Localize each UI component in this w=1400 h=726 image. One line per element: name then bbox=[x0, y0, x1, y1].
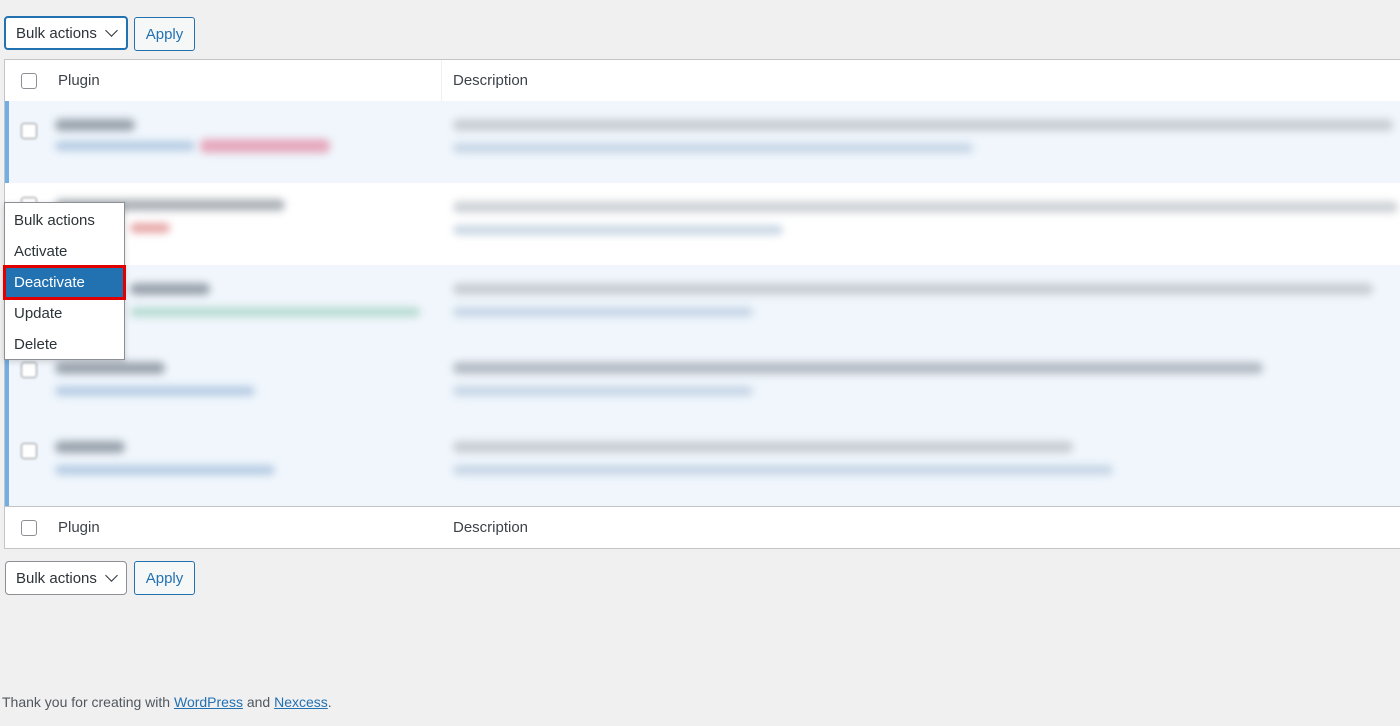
apply-button-top[interactable]: Apply bbox=[134, 17, 195, 51]
blurred-description bbox=[453, 441, 1073, 453]
footer-middle: and bbox=[242, 694, 275, 710]
admin-footer-text: Thank you for creating with WordPress an… bbox=[2, 694, 332, 710]
bulk-actions-label: Bulk actions bbox=[16, 569, 97, 587]
footer-prefix: Thank you for creating with bbox=[2, 694, 174, 710]
blurred-row-actions bbox=[55, 465, 275, 475]
select-all-checkbox[interactable] bbox=[21, 519, 37, 536]
blurred-description bbox=[453, 225, 783, 235]
bulk-actions-select-bottom[interactable]: Bulk actions bbox=[5, 561, 127, 595]
row-checkbox[interactable] bbox=[21, 362, 37, 378]
blurred-description bbox=[453, 386, 753, 396]
row-checkbox[interactable] bbox=[21, 443, 37, 459]
blurred-row-actions bbox=[55, 141, 195, 151]
column-header-description: Description bbox=[453, 72, 529, 89]
select-all-checkbox[interactable] bbox=[21, 72, 37, 89]
table-footer: Plugin Description bbox=[5, 506, 1400, 548]
blurred-description bbox=[453, 143, 973, 153]
column-header-plugin[interactable]: Plugin bbox=[58, 72, 100, 89]
chevron-down-icon bbox=[105, 569, 118, 582]
blurred-plugin-name bbox=[55, 362, 165, 374]
blurred-plugin-name bbox=[55, 119, 135, 131]
bulk-actions-dropdown: Bulk actions Activate Deactivate Update … bbox=[3, 202, 126, 360]
apply-button-bottom[interactable]: Apply bbox=[134, 561, 195, 595]
table-row bbox=[5, 427, 1400, 508]
option-delete[interactable]: Delete bbox=[5, 329, 124, 360]
table-row bbox=[5, 346, 1400, 428]
column-footer-description: Description bbox=[453, 519, 529, 536]
blurred-description bbox=[453, 362, 1263, 374]
column-divider bbox=[441, 60, 442, 101]
blurred-plugin-name bbox=[130, 283, 210, 295]
column-footer-plugin[interactable]: Plugin bbox=[58, 519, 100, 536]
option-deactivate[interactable]: Deactivate bbox=[3, 265, 126, 300]
row-checkbox[interactable] bbox=[21, 123, 37, 139]
bulk-actions-select-top[interactable]: Bulk actions bbox=[4, 16, 128, 50]
blurred-row-actions bbox=[55, 386, 255, 396]
blurred-plugin-name bbox=[55, 441, 125, 453]
blurred-description bbox=[453, 307, 753, 317]
option-bulk-actions[interactable]: Bulk actions bbox=[5, 205, 124, 236]
blurred-description bbox=[453, 283, 1373, 295]
blurred-description bbox=[453, 119, 1393, 131]
bulk-actions-label: Bulk actions bbox=[16, 24, 97, 42]
table-row bbox=[5, 183, 1400, 266]
option-update[interactable]: Update bbox=[5, 298, 124, 329]
table-row bbox=[5, 265, 1400, 347]
footer-suffix: . bbox=[327, 694, 332, 710]
option-activate[interactable]: Activate bbox=[5, 236, 124, 267]
blurred-row-actions bbox=[130, 307, 420, 317]
plugins-table: Plugin Description Plugin Description bbox=[4, 59, 1400, 549]
chevron-down-icon bbox=[105, 24, 118, 37]
nexcess-link[interactable]: Nexcess bbox=[274, 694, 328, 710]
table-row bbox=[5, 101, 1400, 184]
blurred-row-actions bbox=[130, 223, 170, 233]
blurred-description bbox=[453, 201, 1398, 213]
blurred-description bbox=[453, 465, 1113, 475]
blurred-row-actions bbox=[200, 139, 330, 153]
wordpress-link[interactable]: WordPress bbox=[174, 694, 243, 710]
table-header: Plugin Description bbox=[5, 60, 1400, 102]
